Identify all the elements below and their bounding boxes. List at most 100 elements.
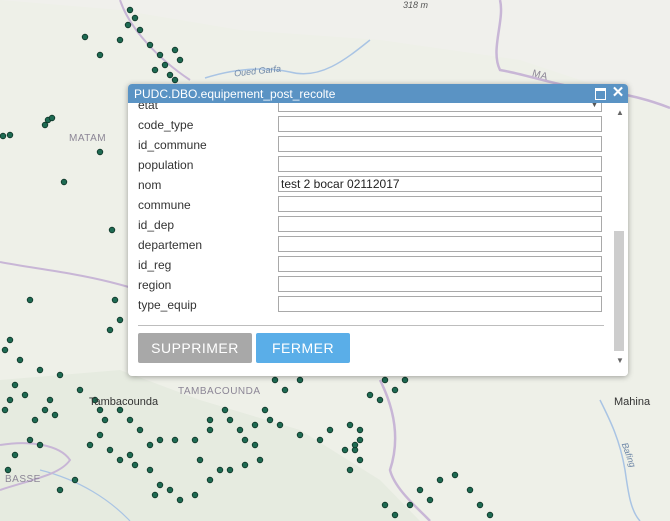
map-point[interactable]	[241, 461, 249, 469]
map-point[interactable]	[156, 51, 164, 59]
map-point[interactable]	[51, 411, 59, 419]
map-point[interactable]	[6, 396, 14, 404]
map-point[interactable]	[266, 416, 274, 424]
close-button[interactable]: FERMER	[256, 333, 350, 363]
map-point[interactable]	[156, 481, 164, 489]
map-point[interactable]	[116, 456, 124, 464]
map-point[interactable]	[171, 436, 179, 444]
map-point[interactable]	[96, 148, 104, 156]
map-point[interactable]	[206, 416, 214, 424]
scroll-up-icon[interactable]: ▲	[616, 108, 624, 117]
map-point[interactable]	[391, 386, 399, 394]
map-point[interactable]	[436, 476, 444, 484]
map-point[interactable]	[96, 406, 104, 414]
map-point[interactable]	[176, 496, 184, 504]
etat-select[interactable]	[278, 103, 602, 112]
map-point[interactable]	[341, 446, 349, 454]
map-point[interactable]	[48, 114, 56, 122]
map-point[interactable]	[96, 431, 104, 439]
map-point[interactable]	[166, 71, 174, 79]
close-icon[interactable]: ✕	[610, 85, 626, 101]
map-point[interactable]	[256, 456, 264, 464]
map-point[interactable]	[1, 406, 9, 414]
map-point[interactable]	[161, 61, 169, 69]
map-point[interactable]	[236, 426, 244, 434]
map-point[interactable]	[241, 436, 249, 444]
map-point[interactable]	[146, 441, 154, 449]
map-point[interactable]	[216, 466, 224, 474]
map-point[interactable]	[156, 436, 164, 444]
map-point[interactable]	[376, 396, 384, 404]
map-point[interactable]	[11, 451, 19, 459]
map-point[interactable]	[56, 486, 64, 494]
map-point[interactable]	[36, 441, 44, 449]
map-point[interactable]	[276, 421, 284, 429]
map-point[interactable]	[226, 416, 234, 424]
map-point[interactable]	[146, 466, 154, 474]
map-point[interactable]	[126, 451, 134, 459]
map-point[interactable]	[296, 431, 304, 439]
map-point[interactable]	[226, 466, 234, 474]
map-point[interactable]	[11, 381, 19, 389]
type-equip-input[interactable]	[278, 296, 602, 312]
scrollbar-thumb[interactable]	[614, 231, 624, 351]
map-point[interactable]	[191, 491, 199, 499]
map-point[interactable]	[151, 491, 159, 499]
map-point[interactable]	[206, 476, 214, 484]
map-point[interactable]	[221, 406, 229, 414]
map-point[interactable]	[381, 376, 389, 384]
map-point[interactable]	[416, 486, 424, 494]
map-point[interactable]	[31, 416, 39, 424]
popup-scrollbar[interactable]: ▲ ▼	[612, 103, 628, 376]
map-point[interactable]	[60, 178, 68, 186]
map-point[interactable]	[426, 496, 434, 504]
id-reg-input[interactable]	[278, 256, 602, 272]
map-point[interactable]	[356, 426, 364, 434]
departemen-input[interactable]	[278, 236, 602, 252]
map-point[interactable]	[406, 501, 414, 509]
map-point[interactable]	[196, 456, 204, 464]
delete-button[interactable]: SUPPRIMER	[138, 333, 252, 363]
map-point[interactable]	[326, 426, 334, 434]
map-point[interactable]	[81, 33, 89, 41]
id-commune-input[interactable]	[278, 136, 602, 152]
map-point[interactable]	[108, 226, 116, 234]
map-point[interactable]	[171, 76, 179, 84]
map-point[interactable]	[451, 471, 459, 479]
map-point[interactable]	[116, 36, 124, 44]
region-input[interactable]	[278, 276, 602, 292]
map-point[interactable]	[151, 66, 159, 74]
map-point[interactable]	[4, 466, 12, 474]
map-point[interactable]	[136, 26, 144, 34]
map-point[interactable]	[346, 466, 354, 474]
map-point[interactable]	[116, 406, 124, 414]
scroll-down-icon[interactable]: ▼	[616, 356, 624, 365]
population-input[interactable]	[278, 156, 602, 172]
map-point[interactable]	[191, 436, 199, 444]
map-point[interactable]	[116, 316, 124, 324]
map-point[interactable]	[261, 406, 269, 414]
map-point[interactable]	[476, 501, 484, 509]
map-point[interactable]	[96, 51, 104, 59]
maximize-icon[interactable]	[592, 85, 608, 101]
map-point[interactable]	[381, 501, 389, 509]
map-point[interactable]	[251, 441, 259, 449]
map-point[interactable]	[351, 441, 359, 449]
map-point[interactable]	[126, 416, 134, 424]
map-point[interactable]	[206, 426, 214, 434]
map-point[interactable]	[281, 386, 289, 394]
map-point[interactable]	[106, 326, 114, 334]
map-point[interactable]	[366, 391, 374, 399]
id-dep-input[interactable]	[278, 216, 602, 232]
map-point[interactable]	[166, 486, 174, 494]
map-point[interactable]	[271, 376, 279, 384]
map-point[interactable]	[111, 296, 119, 304]
map-point[interactable]	[41, 121, 49, 129]
map-point[interactable]	[466, 486, 474, 494]
map-point[interactable]	[136, 426, 144, 434]
map-point[interactable]	[41, 406, 49, 414]
map-point[interactable]	[176, 56, 184, 64]
map-point[interactable]	[346, 421, 354, 429]
map-point[interactable]	[6, 131, 14, 139]
map-point[interactable]	[391, 511, 399, 519]
